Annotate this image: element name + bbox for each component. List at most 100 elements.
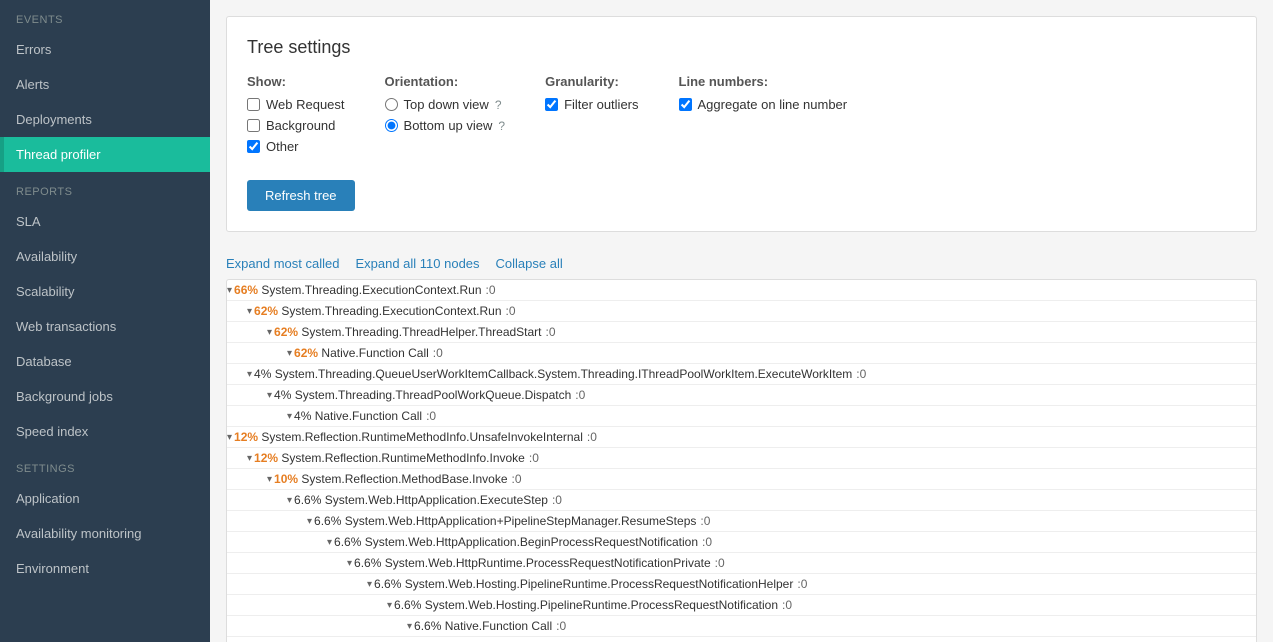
sidebar-item-thread-profiler[interactable]: Thread profiler <box>0 137 210 172</box>
node-count: :0 <box>546 325 556 339</box>
toggle-icon[interactable]: ▾ <box>287 348 292 359</box>
reports-section-label: REPORTS <box>0 172 210 204</box>
toggle-icon[interactable]: ▾ <box>227 432 232 443</box>
tree-row[interactable]: ▾ 4% System.Threading.ThreadPoolWorkQueu… <box>227 385 1256 406</box>
tree-row[interactable]: ▾ 62% System.Threading.ExecutionContext.… <box>227 301 1256 322</box>
toggle-icon[interactable]: ▾ <box>287 411 292 422</box>
tree-row[interactable]: ▾ 6.6% System.Web.Hosting.PipelineRuntim… <box>227 595 1256 616</box>
toggle-icon[interactable]: ▾ <box>227 285 232 296</box>
toggle-icon[interactable]: ▾ <box>267 390 272 401</box>
toggle-icon[interactable]: ▾ <box>287 495 292 506</box>
node-name: System.Web.Hosting.PipelineRuntime.Proce… <box>401 577 793 591</box>
sidebar-item-scalability[interactable]: Scalability <box>0 274 210 309</box>
filter-outliers-label: Filter outliers <box>564 97 638 112</box>
tree-row[interactable]: ▾ 6.6% System.Web.HttpApplication+Pipeli… <box>227 511 1256 532</box>
node-count: :0 <box>426 409 436 423</box>
sidebar-item-errors[interactable]: Errors <box>0 32 210 67</box>
node-count: :0 <box>702 535 712 549</box>
toggle-icon[interactable]: ▾ <box>407 621 412 632</box>
other-checkbox[interactable] <box>247 140 260 153</box>
filter-outliers-item: Filter outliers <box>545 97 638 112</box>
tree-row[interactable]: ▾ 62% System.Threading.ThreadHelper.Thre… <box>227 322 1256 343</box>
toggle-icon[interactable]: ▾ <box>247 369 252 380</box>
node-name: Native.Function Call <box>318 346 429 360</box>
node-count: :0 <box>529 451 539 465</box>
sidebar-item-background-jobs[interactable]: Background jobs <box>0 379 210 414</box>
node-name: Native.Function Call <box>311 409 422 423</box>
toggle-icon[interactable]: ▾ <box>307 516 312 527</box>
tree-settings-title: Tree settings <box>247 37 1236 58</box>
tree-row[interactable]: ▾ 62% Native.Function Call :0 <box>227 343 1256 364</box>
node-count: :0 <box>700 514 710 528</box>
aggregate-line-label: Aggregate on line number <box>698 97 848 112</box>
sidebar-item-application[interactable]: Application <box>0 481 210 516</box>
sidebar-item-availability-monitoring[interactable]: Availability monitoring <box>0 516 210 551</box>
top-down-help-icon[interactable]: ? <box>495 98 502 112</box>
node-name: System.Threading.ExecutionContext.Run <box>258 283 481 297</box>
tree-row[interactable]: ▾ 3.1% System.Web.Hosting.PipelineRuntim… <box>227 637 1256 642</box>
percentage: 6.6% <box>314 514 341 528</box>
other-label: Other <box>266 139 299 154</box>
node-name: System.Web.HttpRuntime.ProcessRequestNot… <box>381 556 710 570</box>
sidebar-item-alerts[interactable]: Alerts <box>0 67 210 102</box>
expand-most-called-link[interactable]: Expand most called <box>226 256 339 271</box>
toggle-icon[interactable]: ▾ <box>387 600 392 611</box>
tree-row[interactable]: ▾ 6.6% System.Web.HttpApplication.Execut… <box>227 490 1256 511</box>
collapse-all-link[interactable]: Collapse all <box>496 256 563 271</box>
node-name: System.Web.HttpApplication.ExecuteStep <box>321 493 548 507</box>
percentage: 4% <box>294 409 311 423</box>
events-section-label: EVENTS <box>0 0 210 32</box>
node-name: System.Threading.QueueUserWorkItemCallba… <box>271 367 852 381</box>
web-request-checkbox[interactable] <box>247 98 260 111</box>
tree-row[interactable]: ▾ 6.6% System.Web.Hosting.PipelineRuntim… <box>227 574 1256 595</box>
sidebar-item-deployments[interactable]: Deployments <box>0 102 210 137</box>
percentage: 6.6% <box>354 556 381 570</box>
percentage: 6.6% <box>294 493 321 507</box>
background-checkbox[interactable] <box>247 119 260 132</box>
tree-row[interactable]: ▾ 10% System.Reflection.MethodBase.Invok… <box>227 469 1256 490</box>
node-name: Native.Function Call <box>441 619 552 633</box>
tree-row[interactable]: ▾ 6.6% System.Web.HttpRuntime.ProcessReq… <box>227 553 1256 574</box>
percentage: 6.6% <box>374 577 401 591</box>
sidebar-item-speed-index[interactable]: Speed index <box>0 414 210 449</box>
node-name: System.Threading.ExecutionContext.Run <box>278 304 501 318</box>
tree-row[interactable]: ▾ 4% System.Threading.QueueUserWorkItemC… <box>227 364 1256 385</box>
other-checkbox-item: Other <box>247 139 345 154</box>
toggle-icon[interactable]: ▾ <box>327 537 332 548</box>
bottom-up-radio[interactable] <box>385 119 398 132</box>
sidebar-item-sla[interactable]: SLA <box>0 204 210 239</box>
aggregate-line-checkbox[interactable] <box>679 98 692 111</box>
aggregate-line-item: Aggregate on line number <box>679 97 848 112</box>
node-count: :0 <box>433 346 443 360</box>
sidebar-item-web-transactions[interactable]: Web transactions <box>0 309 210 344</box>
tree-row[interactable]: ▾ 12% System.Reflection.RuntimeMethodInf… <box>227 427 1256 448</box>
tree-row[interactable]: ▾ 12% System.Reflection.RuntimeMethodInf… <box>227 448 1256 469</box>
node-name: System.Reflection.MethodBase.Invoke <box>298 472 507 486</box>
top-down-radio[interactable] <box>385 98 398 111</box>
background-label: Background <box>266 118 335 133</box>
sidebar-item-database[interactable]: Database <box>0 344 210 379</box>
toggle-icon[interactable]: ▾ <box>247 453 252 464</box>
tree-row[interactable]: ▾ 6.6% System.Web.HttpApplication.BeginP… <box>227 532 1256 553</box>
toggle-icon[interactable]: ▾ <box>247 306 252 317</box>
percentage: 12% <box>234 430 258 444</box>
tree-row[interactable]: ▾ 4% Native.Function Call :0 <box>227 406 1256 427</box>
node-count: :0 <box>782 598 792 612</box>
sidebar-item-environment[interactable]: Environment <box>0 551 210 586</box>
toggle-icon[interactable]: ▾ <box>267 327 272 338</box>
tree-row[interactable]: ▾ 66% System.Threading.ExecutionContext.… <box>227 280 1256 301</box>
main-content: Tree settings Show: Web Request Backgrou… <box>210 0 1273 642</box>
toggle-icon[interactable]: ▾ <box>367 579 372 590</box>
percentage: 4% <box>274 388 291 402</box>
toggle-icon[interactable]: ▾ <box>267 474 272 485</box>
node-count: :0 <box>552 493 562 507</box>
bottom-up-help-icon[interactable]: ? <box>498 119 505 133</box>
sidebar-item-availability[interactable]: Availability <box>0 239 210 274</box>
node-count: :0 <box>587 430 597 444</box>
tree-row[interactable]: ▾ 6.6% Native.Function Call :0 <box>227 616 1256 637</box>
expand-all-link[interactable]: Expand all 110 nodes <box>355 256 479 271</box>
percentage: 62% <box>294 346 318 360</box>
filter-outliers-checkbox[interactable] <box>545 98 558 111</box>
refresh-tree-button[interactable]: Refresh tree <box>247 180 355 211</box>
toggle-icon[interactable]: ▾ <box>347 558 352 569</box>
